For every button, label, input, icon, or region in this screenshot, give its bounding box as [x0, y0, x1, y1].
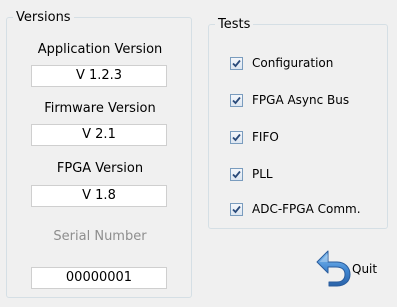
- test-fifo[interactable]: FIFO: [230, 128, 279, 146]
- tests-group: Tests Configuration FPGA Async Bus FIFO …: [208, 17, 388, 229]
- test-adc-fpga-comm[interactable]: ADC-FPGA Comm.: [230, 200, 361, 218]
- application-version-label: Application Version: [37, 42, 163, 57]
- quit-label: Quit: [352, 262, 378, 276]
- application-version-field: V 1.2.3: [31, 65, 167, 87]
- back-arrow-icon: [316, 250, 351, 287]
- firmware-version-field: V 2.1: [31, 124, 167, 146]
- tests-group-title: Tests: [215, 17, 254, 32]
- fpga-async-bus-checkbox-icon[interactable]: [230, 93, 243, 107]
- test-fpga-async-bus[interactable]: FPGA Async Bus: [230, 91, 349, 109]
- adc-fpga-comm-checkbox-icon[interactable]: [230, 202, 243, 216]
- test-pll-label: PLL: [252, 167, 273, 181]
- versions-group: Versions Application Version V 1.2.3 Fir…: [6, 10, 192, 298]
- configuration-checkbox-icon[interactable]: [230, 56, 243, 70]
- fpga-version-field: V 1.8: [31, 185, 167, 207]
- test-adc-fpga-comm-label: ADC-FPGA Comm.: [252, 202, 361, 216]
- pll-checkbox-icon[interactable]: [230, 167, 243, 181]
- quit-button[interactable]: Quit: [316, 249, 378, 287]
- test-configuration-label: Configuration: [252, 56, 334, 70]
- versions-group-title: Versions: [13, 10, 74, 25]
- test-configuration[interactable]: Configuration: [230, 54, 333, 72]
- serial-number-label: Serial Number: [53, 229, 147, 244]
- test-fifo-label: FIFO: [252, 130, 279, 144]
- test-pll[interactable]: PLL: [230, 165, 273, 183]
- fpga-version-label: FPGA Version: [56, 161, 144, 176]
- firmware-version-label: Firmware Version: [44, 101, 156, 116]
- fifo-checkbox-icon[interactable]: [230, 130, 243, 144]
- test-fpga-async-bus-label: FPGA Async Bus: [252, 93, 350, 107]
- serial-number-field: 00000001: [31, 267, 167, 289]
